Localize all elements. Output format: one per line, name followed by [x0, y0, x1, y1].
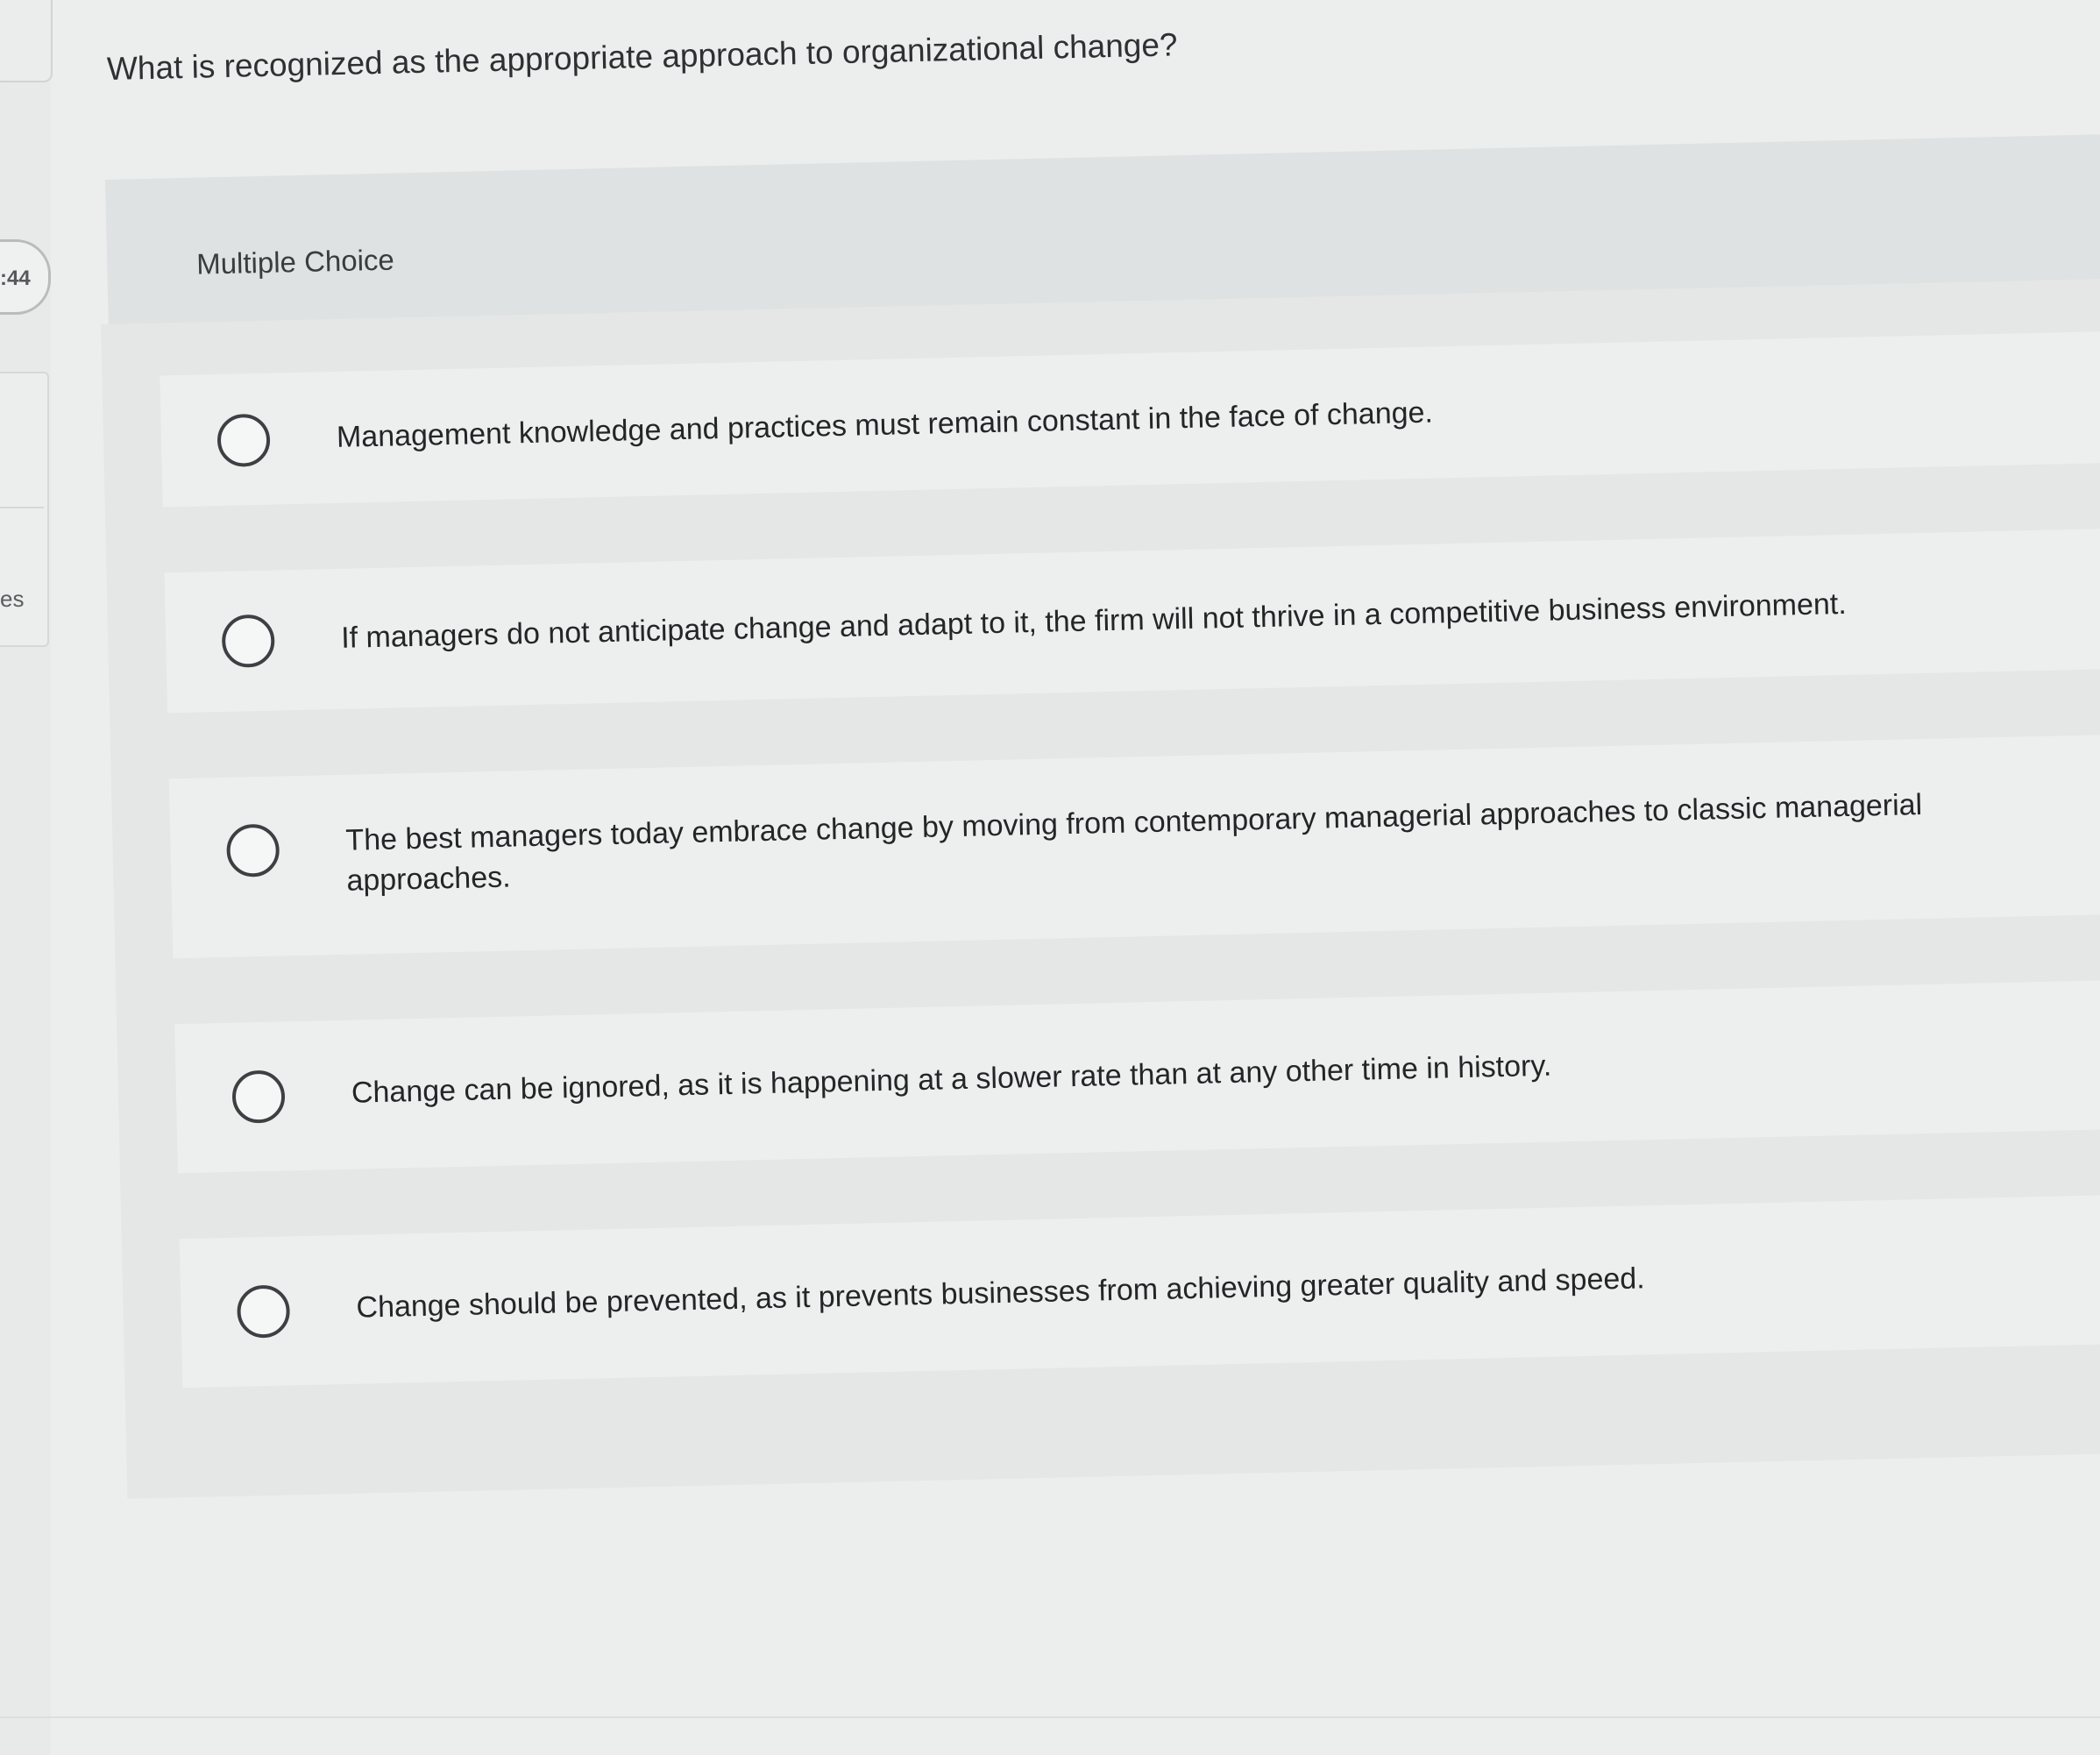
timer-text: :44	[0, 266, 31, 290]
radio-button-icon[interactable]	[236, 1284, 291, 1339]
radio-button-icon[interactable]	[225, 823, 280, 878]
radio-button-icon[interactable]	[221, 614, 275, 668]
option-3[interactable]: The best managers today embrace change b…	[168, 734, 2100, 959]
option-1[interactable]: Management knowledge and practices must …	[160, 331, 2100, 508]
option-5-text: Change should be prevented, as it preven…	[356, 1261, 1646, 1325]
bottom-divider	[0, 1716, 2100, 1718]
multiple-choice-label: Multiple Choice	[195, 243, 395, 281]
option-2[interactable]: If managers do not anticipate change and…	[164, 528, 2100, 714]
radio-button-icon[interactable]	[216, 413, 271, 468]
option-5[interactable]: Change should be prevented, as it preven…	[179, 1194, 2100, 1389]
sidebar-partial-label: es	[0, 586, 25, 612]
option-2-text: If managers do not anticipate change and…	[340, 586, 1848, 655]
sidebar-top-box[interactable]	[0, 0, 53, 82]
answer-options: Management knowledge and practices must …	[101, 279, 2100, 1499]
option-3-text: The best managers today embrace change b…	[344, 787, 1923, 898]
sidebar-divider	[0, 507, 44, 508]
option-4-text: Change can be ignored, as it is happenin…	[351, 1048, 1552, 1110]
radio-button-icon[interactable]	[231, 1069, 286, 1124]
option-4[interactable]: Change can be ignored, as it is happenin…	[174, 979, 2100, 1174]
question-text: What is recognized as the appropriate ap…	[106, 26, 1178, 87]
option-1-text: Management knowledge and practices must …	[336, 395, 1434, 454]
